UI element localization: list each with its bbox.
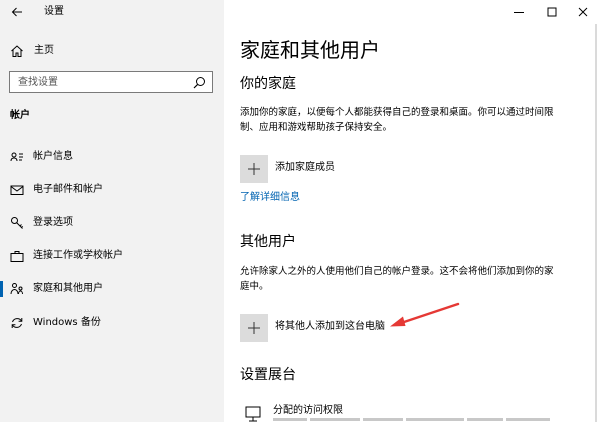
- sidebar-item-windows-backup[interactable]: Windows 备份: [0, 309, 224, 337]
- assigned-access-item[interactable]: 分配的访问权限: [240, 400, 580, 422]
- app-title: 设置: [44, 6, 64, 17]
- sidebar-item-work-school[interactable]: 连接工作或学校帐户: [0, 242, 224, 270]
- other-users-description: 允许除家人之外的人使用他们自己的帐户登录。这不会将他们添加到你的家庭中。: [240, 266, 554, 292]
- home-icon: [11, 45, 23, 57]
- maximize-icon: [547, 7, 557, 17]
- page-title: 家庭和其他用户: [240, 38, 380, 62]
- assigned-access-label: 分配的访问权限: [273, 405, 343, 416]
- sidebar-item-family-other-users[interactable]: 家庭和其他用户: [0, 275, 224, 303]
- home-label: 主页: [34, 45, 54, 56]
- sidebar-section-title: 帐户: [10, 110, 30, 121]
- close-button[interactable]: [568, 0, 598, 24]
- search-placeholder: 查找设置: [18, 77, 58, 88]
- learn-more-link[interactable]: 了解详细信息: [240, 191, 300, 205]
- close-icon: [578, 7, 588, 17]
- title-bar: 设置: [0, 0, 224, 24]
- add-family-member-label: 添加家庭成员: [275, 162, 335, 173]
- search-icon: [193, 77, 205, 89]
- sidebar-item-label: 电子邮件和帐户: [33, 184, 103, 195]
- kiosk-icon: [245, 406, 261, 422]
- scrollbar[interactable]: [595, 24, 597, 422]
- family-section-heading: 你的家庭: [240, 76, 296, 92]
- home-nav-item[interactable]: 主页: [0, 38, 224, 64]
- back-button[interactable]: [9, 4, 25, 20]
- back-arrow-icon: [11, 7, 22, 17]
- search-settings-input[interactable]: 查找设置: [9, 71, 213, 93]
- other-users-heading: 其他用户: [240, 234, 296, 250]
- sidebar-item-label: 登录选项: [33, 217, 73, 228]
- family-description: 添加你的家庭，以便每个人都能获得自己的登录和桌面。你可以通过时间限制、应用和游戏…: [240, 107, 554, 133]
- key-icon: [11, 217, 24, 229]
- sidebar-item-sign-in-options[interactable]: 登录选项: [0, 209, 224, 237]
- sidebar-item-email-accounts[interactable]: 电子邮件和帐户: [0, 176, 224, 204]
- sidebar-item-account-info[interactable]: 帐户信息: [0, 143, 224, 171]
- sidebar-item-label: 帐户信息: [33, 151, 73, 162]
- sidebar-item-label: Windows 备份: [33, 317, 101, 328]
- sidebar: 设置 主页 查找设置 帐户 帐户信息 电子邮件和帐户 登录选项 连接工作或学校帐…: [0, 0, 224, 422]
- family-icon: [10, 283, 23, 295]
- plus-tile: [240, 155, 268, 183]
- sidebar-item-label: 家庭和其他用户: [33, 283, 103, 294]
- briefcase-icon: [10, 251, 24, 262]
- maximize-button[interactable]: [537, 0, 567, 24]
- add-family-member-button[interactable]: 添加家庭成员: [240, 155, 540, 185]
- sidebar-item-label: 连接工作或学校帐户: [33, 250, 123, 261]
- add-other-user-label: 将其他人添加到这台电脑: [275, 321, 385, 332]
- mail-icon: [10, 185, 24, 195]
- person-card-icon: [10, 152, 23, 162]
- kiosk-section-heading: 设置展台: [240, 367, 296, 383]
- plus-icon: [248, 322, 260, 334]
- minimize-icon: [514, 12, 524, 13]
- sync-icon: [11, 318, 23, 328]
- annotation-arrow: [390, 302, 460, 327]
- minimize-button[interactable]: [504, 0, 534, 24]
- main-content: 家庭和其他用户 你的家庭 添加你的家庭，以便每个人都能获得自己的登录和桌面。你可…: [224, 0, 600, 422]
- active-indicator: [0, 281, 3, 297]
- assigned-access-description-clipped: [273, 418, 573, 422]
- plus-tile: [240, 314, 268, 342]
- plus-icon: [248, 163, 260, 175]
